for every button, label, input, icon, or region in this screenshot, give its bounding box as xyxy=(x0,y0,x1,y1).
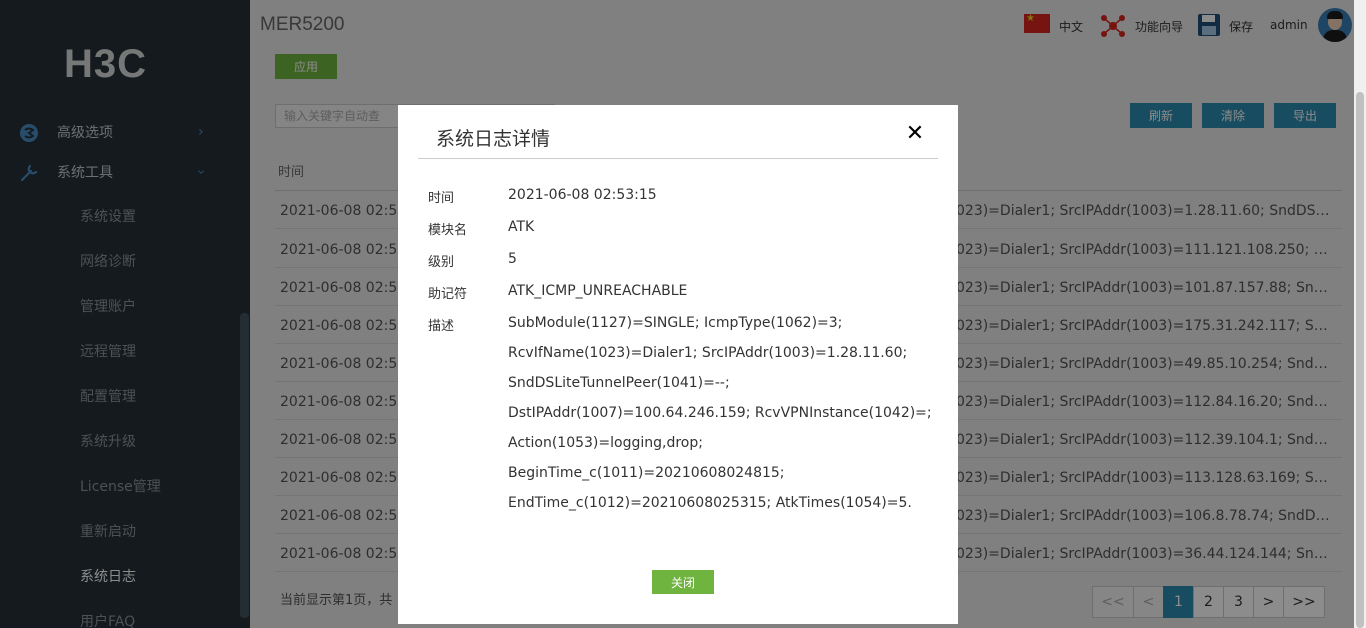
description-line: SndDSLiteTunnelPeer(1041)=--; xyxy=(508,375,730,391)
close-button[interactable]: 关闭 xyxy=(652,570,714,594)
description-line: DstIPAddr(1007)=100.64.246.159; RcvVPNIn… xyxy=(508,405,932,421)
level-label: 级别 xyxy=(428,255,455,270)
dialog-title: 系统日志详情 xyxy=(436,128,551,150)
page-scrollbar[interactable] xyxy=(1354,0,1366,628)
description-line: BeginTime_c(1011)=20210608024815; xyxy=(508,465,785,481)
page-scrollbar-thumb[interactable] xyxy=(1356,92,1364,628)
level-value: 5 xyxy=(508,251,517,267)
time-label: 时间 xyxy=(428,191,455,206)
description-line: SubModule(1127)=SINGLE; IcmpType(1062)=3… xyxy=(508,315,843,331)
description-line: RcvIfName(1023)=Dialer1; SrcIPAddr(1003)… xyxy=(508,345,908,361)
module-label: 模块名 xyxy=(428,223,468,238)
time-value: 2021-06-08 02:53:15 xyxy=(508,187,657,203)
log-detail-dialog: 系统日志详情 ✕ 时间 2021-06-08 02:53:15 模块名 ATK … xyxy=(398,105,958,624)
close-icon[interactable]: ✕ xyxy=(903,122,927,146)
description-line: EndTime_c(1012)=20210608025315; AtkTimes… xyxy=(508,495,912,511)
mnemonic-value: ATK_ICMP_UNREACHABLE xyxy=(508,283,688,299)
module-value: ATK xyxy=(508,219,535,235)
description-line: Action(1053)=logging,drop; xyxy=(508,435,703,451)
description-label: 描述 xyxy=(428,319,455,334)
dialog-divider xyxy=(418,158,938,159)
mnemonic-label: 助记符 xyxy=(428,287,468,302)
